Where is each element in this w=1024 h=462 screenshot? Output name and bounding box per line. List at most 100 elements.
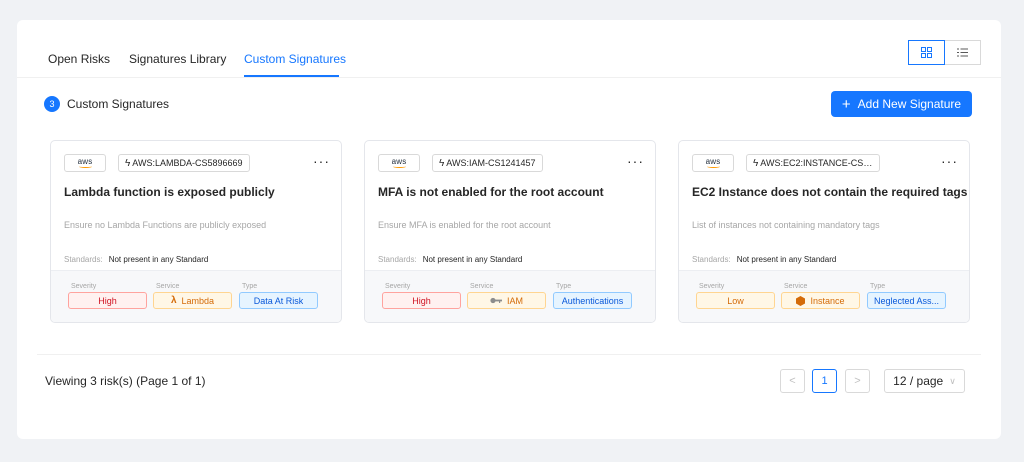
service-badge: IAM bbox=[467, 292, 546, 309]
severity-column: Severity High bbox=[382, 283, 461, 309]
signature-id-tag: ϟ AWS:EC2:INSTANCE-CS1... bbox=[746, 154, 880, 172]
chevron-left-icon: < bbox=[789, 375, 796, 387]
next-page-button[interactable]: > bbox=[845, 369, 870, 393]
service-label: Service bbox=[470, 283, 494, 290]
aws-smile-icon bbox=[78, 165, 92, 168]
type-value: Authentications bbox=[561, 295, 624, 306]
service-value: Lambda bbox=[181, 295, 215, 306]
tab-open-risks[interactable]: Open Risks bbox=[48, 52, 110, 66]
severity-label: Severity bbox=[71, 283, 97, 290]
signature-title: MFA is not enabled for the root account bbox=[378, 185, 604, 199]
more-options-button[interactable]: ··· bbox=[313, 154, 330, 168]
standards-value: Not present in any Standard bbox=[108, 255, 209, 264]
service-value: Instance bbox=[810, 295, 845, 306]
more-options-button[interactable]: ··· bbox=[941, 154, 958, 168]
signature-card[interactable]: aws ϟ AWS:LAMBDA-CS5896669 ··· Lambda fu… bbox=[50, 140, 342, 323]
severity-label: Severity bbox=[385, 283, 411, 290]
grid-view-button[interactable] bbox=[908, 40, 945, 65]
aws-logo: aws bbox=[64, 154, 106, 172]
bolt-icon: ϟ bbox=[125, 157, 131, 169]
grid-view-icon bbox=[921, 47, 932, 58]
standards-value: Not present in any Standard bbox=[422, 255, 523, 264]
signature-card[interactable]: aws ϟ AWS:IAM-CS1241457 ··· MFA is not e… bbox=[364, 140, 656, 323]
severity-badge: High bbox=[382, 292, 461, 309]
service-column: Service IAM bbox=[467, 283, 546, 309]
custom-signatures-panel: Open Risks Signatures Library Custom Sig… bbox=[17, 20, 1001, 439]
signature-description: Ensure MFA is enabled for the root accou… bbox=[378, 220, 551, 230]
signature-id-tag: ϟ AWS:LAMBDA-CS5896669 bbox=[118, 154, 250, 172]
key-icon bbox=[490, 297, 502, 304]
severity-label: Severity bbox=[699, 283, 725, 290]
signature-count-badge: 3 bbox=[44, 96, 60, 112]
page-size-value: 12 / page bbox=[893, 374, 944, 388]
more-options-button[interactable]: ··· bbox=[627, 154, 644, 168]
standards-label: Standards: bbox=[378, 255, 417, 264]
type-badge: Authentications bbox=[553, 292, 632, 309]
aws-smile-icon bbox=[392, 165, 406, 168]
previous-page-button[interactable]: < bbox=[780, 369, 805, 393]
severity-badge: Low bbox=[696, 292, 775, 309]
add-new-signature-button[interactable]: + Add New Signature bbox=[831, 91, 972, 117]
severity-column: Severity High bbox=[68, 283, 147, 309]
signature-title: EC2 Instance does not contain the requir… bbox=[692, 185, 968, 199]
add-new-signature-label: Add New Signature bbox=[857, 97, 962, 111]
severity-value: High bbox=[98, 295, 117, 306]
tab-bar: Open Risks Signatures Library Custom Sig… bbox=[17, 20, 1001, 78]
tab-signatures-library[interactable]: Signatures Library bbox=[129, 52, 226, 66]
type-label: Type bbox=[242, 283, 258, 290]
type-badge: Neglected Ass... bbox=[867, 292, 946, 309]
signature-id-text: AWS:EC2:INSTANCE-CS1... bbox=[760, 158, 873, 168]
service-column: Service Instance bbox=[781, 283, 860, 309]
signature-count-label: Custom Signatures bbox=[67, 97, 170, 111]
type-column: Type Neglected Ass... bbox=[867, 283, 946, 309]
aws-logo: aws bbox=[378, 154, 420, 172]
viewing-status: Viewing 3 risk(s) (Page 1 of 1) bbox=[45, 374, 206, 388]
chevron-right-icon: > bbox=[854, 375, 861, 387]
standards-label: Standards: bbox=[692, 255, 731, 264]
signature-id-tag: ϟ AWS:IAM-CS1241457 bbox=[432, 154, 543, 172]
signature-description: List of instances not containing mandato… bbox=[692, 220, 880, 230]
aws-logo: aws bbox=[692, 154, 734, 172]
bolt-icon: ϟ bbox=[753, 157, 759, 169]
service-label: Service bbox=[784, 283, 808, 290]
list-view-button[interactable] bbox=[944, 40, 981, 65]
lambda-icon: λ bbox=[170, 295, 177, 306]
severity-column: Severity Low bbox=[696, 283, 775, 309]
standards-row: Standards: Not present in any Standard bbox=[378, 255, 522, 264]
card-footer: Severity High Service λ Lambda Type Data… bbox=[51, 270, 341, 322]
chevron-down-icon: ∨ bbox=[949, 375, 956, 386]
card-footer: Severity High Service IAM Type Authentic… bbox=[365, 270, 655, 322]
page-size-select[interactable]: 12 / page ∨ bbox=[884, 369, 965, 393]
footer-divider bbox=[37, 354, 981, 355]
card-footer: Severity Low Service Instance Type Negle… bbox=[679, 270, 969, 322]
type-label: Type bbox=[870, 283, 886, 290]
signature-card[interactable]: aws ϟ AWS:EC2:INSTANCE-CS1... ··· EC2 In… bbox=[678, 140, 970, 323]
tab-custom-signatures[interactable]: Custom Signatures bbox=[244, 52, 346, 66]
type-column: Type Authentications bbox=[553, 283, 632, 309]
severity-value: Low bbox=[727, 295, 744, 306]
standards-label: Standards: bbox=[64, 255, 103, 264]
active-tab-indicator bbox=[244, 75, 339, 77]
list-view-icon bbox=[957, 48, 968, 57]
type-column: Type Data At Risk bbox=[239, 283, 318, 309]
service-label: Service bbox=[156, 283, 180, 290]
signature-title: Lambda function is exposed publicly bbox=[64, 185, 275, 199]
service-column: Service λ Lambda bbox=[153, 283, 232, 309]
page-1-button[interactable]: 1 bbox=[812, 369, 837, 393]
signature-id-text: AWS:LAMBDA-CS5896669 bbox=[132, 158, 243, 168]
service-badge: λ Lambda bbox=[153, 292, 232, 309]
type-value: Data At Risk bbox=[253, 295, 304, 306]
type-badge: Data At Risk bbox=[239, 292, 318, 309]
signature-id-text: AWS:IAM-CS1241457 bbox=[446, 158, 536, 168]
signature-description: Ensure no Lambda Functions are publicly … bbox=[64, 220, 267, 230]
standards-row: Standards: Not present in any Standard bbox=[64, 255, 208, 264]
bolt-icon: ϟ bbox=[439, 157, 445, 169]
plus-icon: + bbox=[841, 95, 851, 113]
severity-value: High bbox=[412, 295, 431, 306]
service-badge: Instance bbox=[781, 292, 860, 309]
severity-badge: High bbox=[68, 292, 147, 309]
aws-smile-icon bbox=[706, 165, 720, 168]
type-label: Type bbox=[556, 283, 572, 290]
type-value: Neglected Ass... bbox=[873, 295, 940, 306]
instance-icon bbox=[796, 295, 806, 306]
